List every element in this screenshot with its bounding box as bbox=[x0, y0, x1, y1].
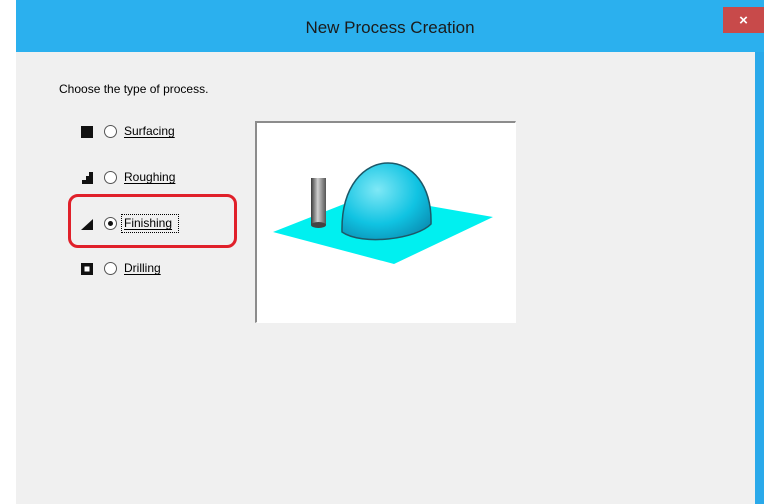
dialog-client-area: Choose the type of process. Surfacing Ro… bbox=[16, 52, 755, 504]
option-label-surfacing: Surfacing bbox=[124, 124, 175, 138]
tool-tip bbox=[311, 222, 326, 228]
window-title: New Process Creation bbox=[305, 18, 475, 37]
close-button[interactable]: × bbox=[723, 7, 764, 33]
title-bar[interactable]: New Process Creation × bbox=[16, 0, 764, 52]
square-icon bbox=[80, 125, 94, 139]
radio-drilling[interactable] bbox=[104, 262, 117, 275]
dialog-window: New Process Creation × Choose the type o… bbox=[16, 0, 764, 504]
option-label-drilling: Drilling bbox=[124, 261, 161, 275]
option-surfacing[interactable]: Surfacing bbox=[80, 123, 220, 143]
option-label-roughing: Roughing bbox=[124, 170, 176, 184]
drill-hole-icon bbox=[80, 262, 94, 276]
process-preview bbox=[255, 121, 516, 323]
dome-shape bbox=[341, 162, 432, 241]
radio-surfacing[interactable] bbox=[104, 125, 117, 138]
option-roughing[interactable]: Roughing bbox=[80, 169, 220, 189]
steps-icon bbox=[80, 171, 94, 185]
radio-roughing[interactable] bbox=[104, 171, 117, 184]
highlight-annotation bbox=[68, 194, 237, 248]
option-drilling[interactable]: Drilling bbox=[80, 260, 220, 280]
prompt-text: Choose the type of process. bbox=[59, 82, 209, 96]
finishing-preview-illustration bbox=[273, 162, 493, 264]
cutting-tool bbox=[311, 178, 326, 225]
